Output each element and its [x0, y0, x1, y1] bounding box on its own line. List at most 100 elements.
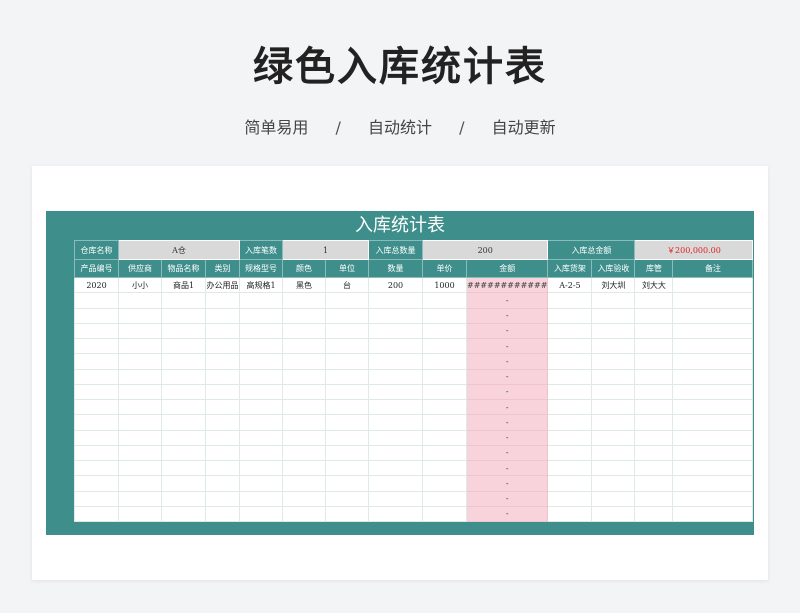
table-cell[interactable]	[74, 490, 119, 507]
table-cell[interactable]: 办公用品	[205, 276, 240, 294]
table-cell[interactable]	[547, 490, 593, 507]
column-header[interactable]: 供应商	[118, 259, 162, 278]
table-cell[interactable]	[422, 459, 467, 477]
table-cell[interactable]	[672, 337, 754, 355]
table-cell[interactable]	[368, 505, 423, 523]
table-cell[interactable]	[547, 307, 593, 324]
table-cell[interactable]	[591, 322, 636, 340]
table-cell[interactable]	[325, 414, 369, 431]
column-header[interactable]: 单位	[325, 259, 369, 278]
table-cell[interactable]	[325, 292, 369, 309]
column-header[interactable]: 库管	[634, 259, 674, 278]
amount-cell[interactable]: -	[465, 307, 549, 324]
table-cell[interactable]	[239, 353, 283, 370]
table-cell[interactable]	[239, 322, 283, 340]
table-cell[interactable]	[672, 307, 754, 324]
table-cell[interactable]	[74, 505, 119, 523]
table-cell[interactable]: 黑色	[282, 276, 326, 294]
table-cell[interactable]	[239, 307, 283, 324]
table-cell[interactable]	[634, 353, 674, 370]
table-cell[interactable]	[161, 368, 206, 385]
table-cell[interactable]	[368, 459, 423, 477]
table-cell[interactable]	[672, 368, 754, 385]
table-cell[interactable]	[591, 292, 636, 309]
table-cell[interactable]	[205, 429, 240, 446]
amount-cell[interactable]: -	[465, 368, 549, 385]
table-cell[interactable]	[205, 383, 240, 401]
table-cell[interactable]	[591, 353, 636, 370]
table-cell[interactable]: A-2-5	[547, 276, 593, 294]
table-cell[interactable]	[118, 337, 162, 355]
table-cell[interactable]	[591, 398, 636, 416]
table-cell[interactable]	[74, 337, 119, 355]
table-cell[interactable]	[672, 429, 754, 446]
table-cell[interactable]	[325, 505, 369, 523]
table-cell[interactable]	[547, 475, 593, 492]
table-cell[interactable]	[634, 490, 674, 507]
table-cell[interactable]	[591, 307, 636, 324]
column-header[interactable]: 颜色	[282, 259, 326, 278]
table-cell[interactable]	[239, 459, 283, 477]
table-cell[interactable]	[591, 414, 636, 431]
table-cell[interactable]	[161, 398, 206, 416]
table-cell[interactable]	[118, 414, 162, 431]
table-cell[interactable]	[634, 398, 674, 416]
table-cell[interactable]	[591, 429, 636, 446]
table-cell[interactable]	[118, 353, 162, 370]
table-cell[interactable]	[325, 368, 369, 385]
table-cell[interactable]	[205, 490, 240, 507]
table-cell[interactable]	[161, 322, 206, 340]
table-cell[interactable]	[368, 292, 423, 309]
table-cell[interactable]	[161, 444, 206, 462]
table-cell[interactable]	[74, 368, 119, 385]
table-cell[interactable]	[591, 490, 636, 507]
table-cell[interactable]	[282, 490, 326, 507]
table-cell[interactable]	[74, 414, 119, 431]
table-cell[interactable]: 2020	[74, 276, 119, 294]
table-cell[interactable]	[239, 414, 283, 431]
table-cell[interactable]	[325, 444, 369, 462]
amount-cell[interactable]: -	[465, 292, 549, 309]
table-cell[interactable]	[239, 398, 283, 416]
table-cell[interactable]	[591, 368, 636, 385]
table-cell[interactable]	[422, 398, 467, 416]
table-cell[interactable]	[591, 475, 636, 492]
table-cell[interactable]	[239, 383, 283, 401]
table-cell[interactable]	[422, 475, 467, 492]
table-cell[interactable]	[591, 383, 636, 401]
amount-cell[interactable]: -	[465, 475, 549, 492]
table-cell[interactable]	[591, 337, 636, 355]
column-header[interactable]: 物品名称	[161, 259, 206, 278]
table-cell[interactable]: 1000	[422, 276, 467, 294]
table-cell[interactable]	[325, 353, 369, 370]
table-cell[interactable]	[161, 337, 206, 355]
table-cell[interactable]	[118, 322, 162, 340]
table-cell[interactable]	[672, 353, 754, 370]
amount-cell[interactable]: -	[465, 490, 549, 507]
table-cell[interactable]	[74, 353, 119, 370]
table-cell[interactable]	[282, 414, 326, 431]
table-cell[interactable]	[634, 307, 674, 324]
table-cell[interactable]	[547, 444, 593, 462]
table-cell[interactable]	[74, 459, 119, 477]
count-value[interactable]: 1	[282, 240, 369, 260]
amount-cell[interactable]: -	[465, 414, 549, 431]
table-cell[interactable]	[672, 475, 754, 492]
total-amount-value[interactable]: ￥200,000.00	[634, 240, 754, 260]
table-cell[interactable]	[591, 459, 636, 477]
table-cell[interactable]	[282, 475, 326, 492]
table-cell[interactable]	[325, 383, 369, 401]
table-cell[interactable]	[368, 414, 423, 431]
table-cell[interactable]	[118, 475, 162, 492]
table-cell[interactable]	[205, 459, 240, 477]
table-cell[interactable]	[74, 398, 119, 416]
table-cell[interactable]	[325, 398, 369, 416]
table-cell[interactable]	[205, 505, 240, 523]
table-cell[interactable]	[205, 353, 240, 370]
table-cell[interactable]	[547, 383, 593, 401]
table-cell[interactable]	[118, 292, 162, 309]
table-cell[interactable]	[634, 337, 674, 355]
table-cell[interactable]	[282, 398, 326, 416]
table-cell[interactable]	[634, 475, 674, 492]
amount-cell[interactable]: -	[465, 383, 549, 401]
